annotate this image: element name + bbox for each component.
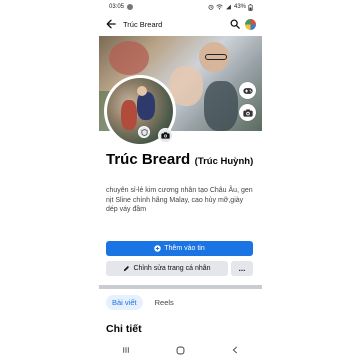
plus-circle-icon bbox=[154, 245, 161, 252]
search-icon[interactable] bbox=[229, 18, 241, 30]
status-time: 03:05 bbox=[109, 4, 125, 10]
system-nav-bar bbox=[99, 340, 262, 360]
wifi-icon bbox=[216, 4, 223, 10]
account-switcher-avatar[interactable] bbox=[245, 18, 256, 30]
profile-name-main: Trúc Breard bbox=[106, 151, 191, 168]
profile-action-row: Chỉnh sửa trang cá nhân ... bbox=[106, 261, 253, 276]
tab-reels[interactable]: Reels bbox=[149, 295, 180, 310]
profile-tabs: Bài viết Reels bbox=[106, 295, 180, 310]
battery-level: 43% bbox=[233, 4, 246, 10]
home-icon[interactable] bbox=[173, 343, 187, 357]
phone-screen: 03:05 43% Trúc Breard Trúc Breard (Trúc … bbox=[99, 0, 262, 360]
shield-icon bbox=[138, 126, 150, 138]
game-controller-icon[interactable] bbox=[239, 82, 256, 99]
battery-icon bbox=[248, 3, 253, 11]
signal-icon bbox=[226, 4, 231, 10]
profile-camera-icon[interactable] bbox=[158, 128, 173, 143]
back-nav-icon[interactable] bbox=[228, 343, 242, 357]
edit-profile-label: Chỉnh sửa trang cá nhân bbox=[133, 265, 211, 272]
pencil-icon bbox=[124, 265, 130, 272]
edit-profile-button[interactable]: Chỉnh sửa trang cá nhân bbox=[106, 261, 228, 276]
recent-apps-icon[interactable] bbox=[119, 343, 133, 357]
app-bar: Trúc Breard bbox=[99, 14, 262, 34]
more-options-button[interactable]: ... bbox=[231, 261, 253, 276]
add-story-label: Thêm vào tin bbox=[164, 245, 205, 252]
cover-camera-icon[interactable] bbox=[239, 104, 256, 121]
add-story-button[interactable]: Thêm vào tin bbox=[106, 241, 253, 256]
details-heading: Chi tiết bbox=[106, 323, 142, 335]
more-options-label: ... bbox=[238, 264, 246, 273]
profile-alternate-name: (Trúc Huỳnh) bbox=[194, 156, 254, 167]
arrow-left-icon[interactable] bbox=[105, 18, 117, 30]
tab-posts[interactable]: Bài viết bbox=[106, 295, 143, 310]
alarm-icon bbox=[208, 4, 214, 10]
section-divider bbox=[99, 285, 262, 289]
status-bar: 03:05 43% bbox=[99, 0, 262, 14]
page-title: Trúc Breard bbox=[123, 19, 163, 29]
profile-name: Trúc Breard (Trúc Huỳnh) bbox=[106, 152, 261, 169]
profile-bio: chuyên sỉ-lẻ kim cương nhân tạo Châu Âu,… bbox=[106, 187, 253, 213]
notification-icon bbox=[127, 4, 134, 10]
